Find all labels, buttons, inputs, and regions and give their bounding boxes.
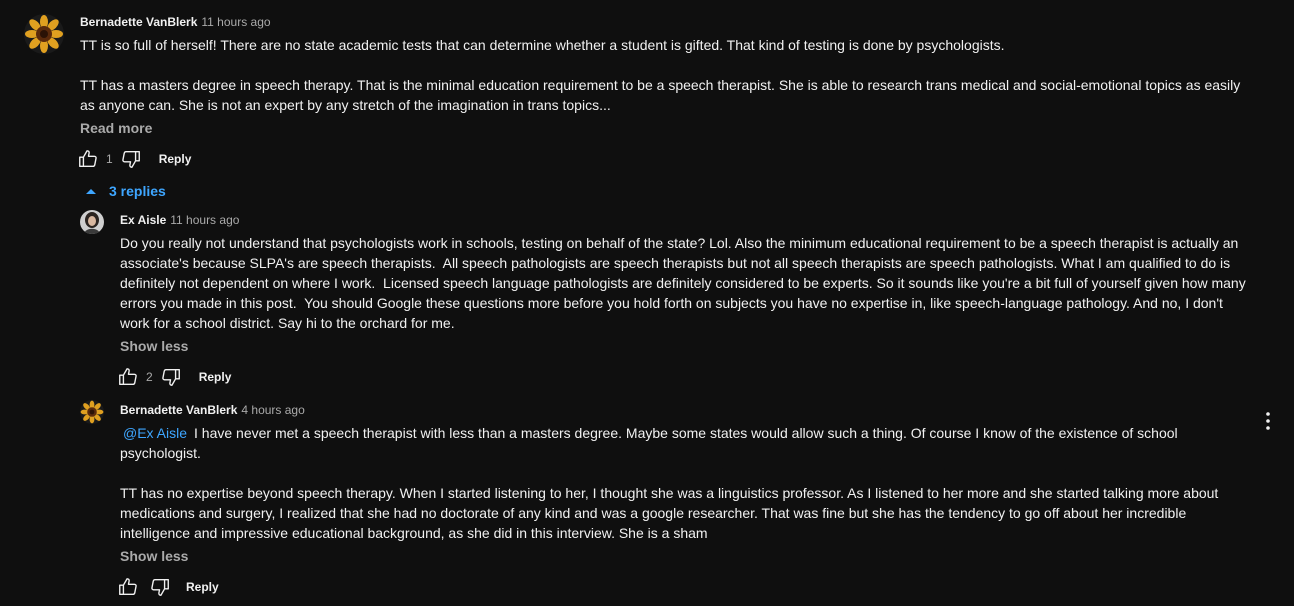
sunflower-avatar [80, 400, 104, 424]
read-more-button[interactable]: Read more [80, 120, 152, 136]
reply-1-like-button[interactable] [116, 365, 140, 389]
caret-up-icon [86, 189, 96, 194]
comment-paragraph-2-line-2: as anyone can. She is not an expert by a… [80, 97, 611, 113]
thumbs-up-icon [119, 368, 137, 386]
like-count: 1 [106, 152, 113, 166]
like-button[interactable] [76, 147, 100, 171]
reply-2-show-less-button[interactable]: Show less [120, 548, 188, 564]
comment-paragraph-1: TT is so full of herself! There are no s… [80, 37, 1005, 53]
reply-1-dislike-button[interactable] [159, 365, 183, 389]
comment-time[interactable]: 11 hours ago [201, 15, 270, 29]
woman-avatar [80, 210, 104, 234]
reply-2-reply-button[interactable]: Reply [186, 580, 219, 594]
avatar-bernadette-reply[interactable] [80, 400, 104, 424]
reply-2-dislike-button[interactable] [148, 575, 172, 599]
reply-1-like-count: 2 [146, 370, 153, 384]
reply-2-like-button[interactable] [116, 575, 140, 599]
thumbs-down-icon [121, 150, 140, 168]
dislike-button[interactable] [119, 147, 143, 171]
comment-header: Bernadette VanBlerk 11 hours ago [80, 15, 271, 29]
sunflower-avatar [24, 14, 64, 54]
comment-author[interactable]: Bernadette VanBlerk [80, 15, 197, 29]
thumbs-down-icon [161, 368, 180, 386]
reply-2-first-line: @Ex Aisle I have never met a speech thera… [120, 423, 1280, 443]
reply-1-header: Ex Aisle 11 hours ago [120, 213, 239, 227]
mention-link[interactable]: @Ex Aisle [123, 425, 187, 441]
reply-1-author[interactable]: Ex Aisle [120, 213, 166, 227]
reply-2-time[interactable]: 4 hours ago [241, 403, 304, 417]
reply-1-actions: 2 Reply [116, 365, 231, 389]
comment-paragraph-2-line-1: TT has a masters degree in speech therap… [80, 77, 1241, 93]
reply-button[interactable]: Reply [159, 152, 192, 166]
reply-2-text-line-1: I have never met a speech therapist with… [194, 425, 1178, 441]
comment-actions: 1 Reply [76, 147, 191, 171]
reply-2-header: Bernadette VanBlerk 4 hours ago [120, 403, 305, 417]
avatar-bernadette[interactable] [24, 14, 64, 54]
reply-2-author[interactable]: Bernadette VanBlerk [120, 403, 237, 417]
thumbs-up-icon [79, 150, 97, 168]
reply-1-reply-button[interactable]: Reply [199, 370, 232, 384]
reply-1-text: Do you really not understand that psycho… [120, 235, 1246, 331]
reply-2-text-rest: psychologist. TT has no expertise beyond… [120, 445, 1219, 541]
thumbs-up-icon [119, 578, 137, 596]
replies-count-label: 3 replies [109, 183, 166, 199]
thumbs-down-icon [151, 578, 169, 596]
avatar-ex-aisle[interactable] [80, 210, 104, 234]
reply-2-actions: Reply [116, 575, 219, 599]
reply-1-show-less-button[interactable]: Show less [120, 338, 188, 354]
reply-1-time[interactable]: 11 hours ago [170, 213, 239, 227]
replies-toggle[interactable]: 3 replies [84, 183, 166, 199]
